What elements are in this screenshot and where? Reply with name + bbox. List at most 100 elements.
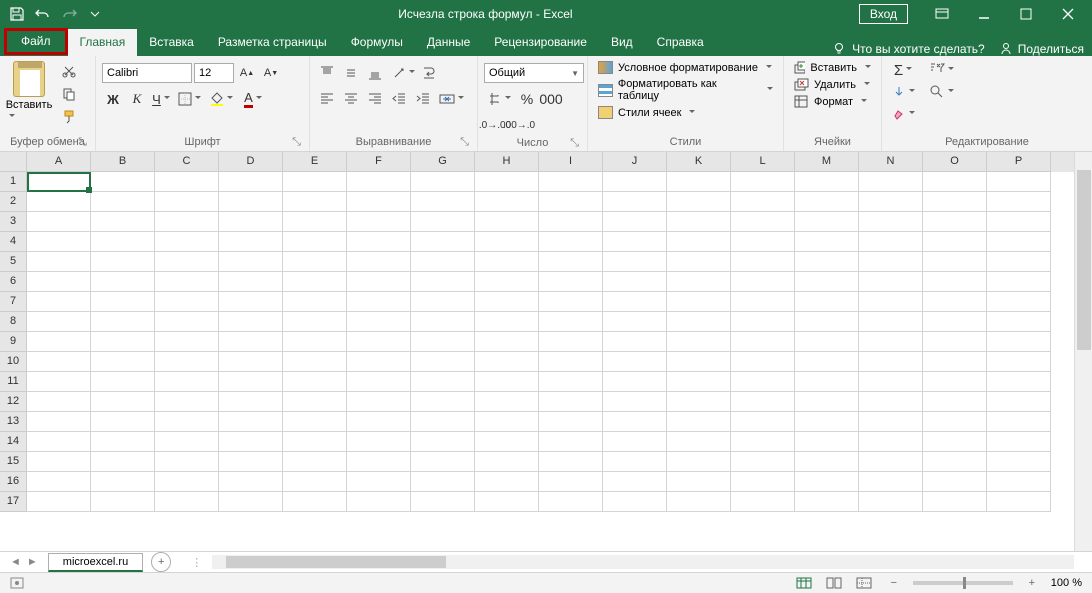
- cell[interactable]: [347, 172, 411, 192]
- cell[interactable]: [283, 292, 347, 312]
- cell[interactable]: [539, 192, 603, 212]
- cell[interactable]: [795, 492, 859, 512]
- cell[interactable]: [91, 432, 155, 452]
- col-header[interactable]: C: [155, 152, 219, 172]
- cell[interactable]: [219, 492, 283, 512]
- select-all-corner[interactable]: [0, 152, 27, 172]
- cell[interactable]: [859, 272, 923, 292]
- share-button[interactable]: Поделиться: [999, 42, 1084, 56]
- save-icon[interactable]: [6, 3, 28, 25]
- cell[interactable]: [475, 332, 539, 352]
- cell[interactable]: [347, 452, 411, 472]
- cell[interactable]: [731, 312, 795, 332]
- row-header[interactable]: 12: [0, 392, 27, 412]
- cell[interactable]: [155, 372, 219, 392]
- row-header[interactable]: 7: [0, 292, 27, 312]
- cell[interactable]: [667, 192, 731, 212]
- cell[interactable]: [347, 352, 411, 372]
- cell[interactable]: [27, 312, 91, 332]
- cell[interactable]: [603, 312, 667, 332]
- cell[interactable]: [539, 352, 603, 372]
- column-headers[interactable]: ABCDEFGHIJKLMNOP: [27, 152, 1074, 172]
- cell[interactable]: [27, 432, 91, 452]
- maximize-icon[interactable]: [1006, 0, 1046, 28]
- font-color-icon[interactable]: А: [238, 89, 268, 109]
- cell[interactable]: [667, 232, 731, 252]
- cell[interactable]: [27, 472, 91, 492]
- italic-button[interactable]: К: [126, 89, 148, 109]
- cell[interactable]: [411, 492, 475, 512]
- cell[interactable]: [475, 372, 539, 392]
- cell[interactable]: [603, 432, 667, 452]
- cell[interactable]: [475, 352, 539, 372]
- dialog-launcher-icon[interactable]: ⤡: [76, 136, 89, 149]
- cell[interactable]: [923, 492, 987, 512]
- cell[interactable]: [923, 272, 987, 292]
- cell[interactable]: [987, 252, 1051, 272]
- cell[interactable]: [923, 292, 987, 312]
- add-sheet-button[interactable]: +: [151, 552, 171, 572]
- normal-view-icon[interactable]: [793, 574, 815, 592]
- cell[interactable]: [731, 232, 795, 252]
- cell[interactable]: [27, 292, 91, 312]
- col-header[interactable]: N: [859, 152, 923, 172]
- align-right-icon[interactable]: [364, 89, 386, 109]
- cell[interactable]: [731, 412, 795, 432]
- dialog-launcher-icon[interactable]: ⤡: [458, 136, 471, 149]
- bold-button[interactable]: Ж: [102, 89, 124, 109]
- tab-file[interactable]: Файл: [4, 28, 68, 55]
- row-headers[interactable]: 1234567891011121314151617: [0, 172, 27, 512]
- cell[interactable]: [603, 212, 667, 232]
- cell[interactable]: [539, 472, 603, 492]
- cell[interactable]: [155, 192, 219, 212]
- cell[interactable]: [923, 172, 987, 192]
- cell[interactable]: [411, 312, 475, 332]
- cell-styles-button[interactable]: Стили ячеек: [594, 105, 777, 120]
- cell[interactable]: [27, 232, 91, 252]
- cell[interactable]: [603, 252, 667, 272]
- cell[interactable]: [283, 192, 347, 212]
- cell[interactable]: [475, 252, 539, 272]
- vertical-scrollbar[interactable]: [1074, 152, 1092, 551]
- wrap-text-icon[interactable]: [420, 63, 442, 83]
- tab-data[interactable]: Данные: [415, 29, 482, 56]
- cell[interactable]: [27, 352, 91, 372]
- zoom-value[interactable]: 100 %: [1051, 577, 1082, 589]
- cell[interactable]: [731, 492, 795, 512]
- format-painter-icon[interactable]: [58, 107, 80, 127]
- cell[interactable]: [283, 392, 347, 412]
- cell[interactable]: [987, 352, 1051, 372]
- cell[interactable]: [219, 372, 283, 392]
- undo-icon[interactable]: [32, 3, 54, 25]
- horizontal-scroll-thumb[interactable]: [226, 556, 446, 568]
- spreadsheet-grid[interactable]: ABCDEFGHIJKLMNOP 12345678910111213141516…: [0, 152, 1092, 551]
- cell[interactable]: [411, 212, 475, 232]
- cell[interactable]: [539, 372, 603, 392]
- cell[interactable]: [667, 392, 731, 412]
- cell[interactable]: [795, 292, 859, 312]
- close-icon[interactable]: [1048, 0, 1088, 28]
- cell[interactable]: [987, 312, 1051, 332]
- cell[interactable]: [731, 352, 795, 372]
- cell[interactable]: [283, 432, 347, 452]
- cell[interactable]: [667, 432, 731, 452]
- cell[interactable]: [731, 192, 795, 212]
- cell[interactable]: [219, 452, 283, 472]
- col-header[interactable]: M: [795, 152, 859, 172]
- cell[interactable]: [539, 492, 603, 512]
- cell[interactable]: [219, 192, 283, 212]
- decrease-indent-icon[interactable]: [388, 89, 410, 109]
- cell[interactable]: [667, 472, 731, 492]
- cell[interactable]: [219, 272, 283, 292]
- cell[interactable]: [923, 192, 987, 212]
- insert-cells-button[interactable]: Вставить: [790, 60, 875, 75]
- cell[interactable]: [283, 232, 347, 252]
- cell[interactable]: [411, 272, 475, 292]
- cell[interactable]: [283, 372, 347, 392]
- cell[interactable]: [923, 332, 987, 352]
- autosum-icon[interactable]: Σ: [888, 60, 918, 80]
- cell[interactable]: [667, 352, 731, 372]
- cell[interactable]: [219, 432, 283, 452]
- cell[interactable]: [731, 372, 795, 392]
- cell[interactable]: [347, 292, 411, 312]
